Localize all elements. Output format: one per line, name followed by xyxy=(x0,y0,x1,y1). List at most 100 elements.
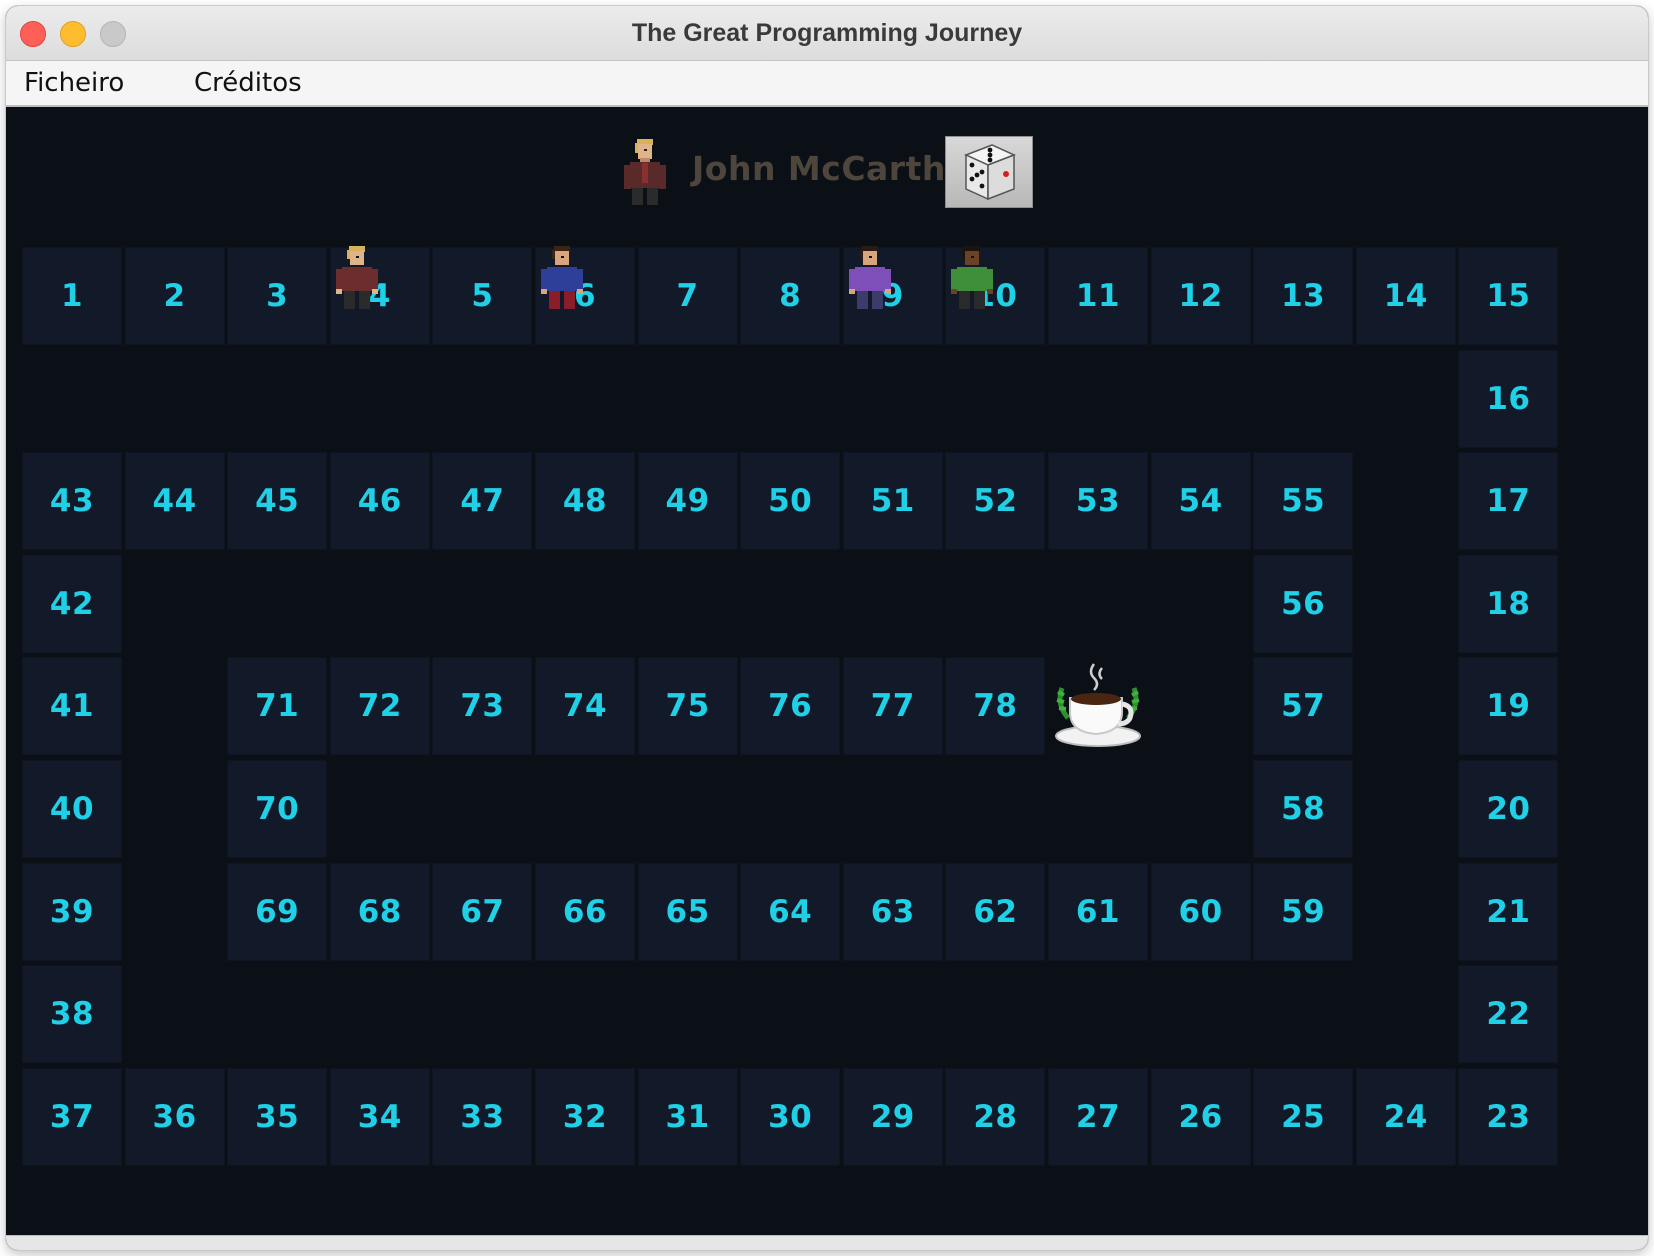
board-square-55: 55 xyxy=(1253,452,1354,551)
square-number: 8 xyxy=(779,278,802,314)
square-number: 65 xyxy=(665,893,710,930)
board-square-44: 44 xyxy=(124,452,225,551)
board-square-53: 53 xyxy=(1048,452,1148,551)
board-square-23: 23 xyxy=(1458,1067,1559,1166)
player-token-blue xyxy=(537,245,589,309)
board-square-77: 77 xyxy=(842,657,943,756)
board-square-78: 78 xyxy=(945,657,1046,756)
board-square-22: 22 xyxy=(1458,965,1559,1064)
board-square-52: 52 xyxy=(945,452,1046,551)
square-number: 13 xyxy=(1281,278,1326,314)
square-number: 57 xyxy=(1281,688,1326,725)
menu-credits[interactable]: Créditos xyxy=(194,61,302,105)
board-square-47: 47 xyxy=(432,452,533,551)
board-square-19: 19 xyxy=(1458,657,1559,756)
square-number: 51 xyxy=(870,483,915,520)
square-number: 62 xyxy=(973,893,1018,930)
board-square-33: 33 xyxy=(432,1067,533,1166)
menu-bar: Ficheiro Créditos xyxy=(6,61,1648,107)
board-square-28: 28 xyxy=(945,1067,1046,1166)
board-square-20: 20 xyxy=(1458,760,1559,858)
square-number: 19 xyxy=(1486,688,1531,725)
roll-dice-button[interactable] xyxy=(945,136,1033,208)
player-token-blond xyxy=(332,245,384,309)
square-number: 35 xyxy=(255,1098,300,1135)
board-square-25: 25 xyxy=(1253,1067,1354,1166)
board-square-54: 54 xyxy=(1150,452,1251,551)
square-number: 23 xyxy=(1486,1098,1531,1135)
square-number: 68 xyxy=(357,893,402,930)
board-square-68: 68 xyxy=(329,862,430,961)
square-number: 46 xyxy=(357,483,402,520)
square-number: 42 xyxy=(49,585,95,622)
square-number: 40 xyxy=(49,791,95,827)
square-number: 64 xyxy=(768,893,813,930)
square-number: 41 xyxy=(49,688,95,725)
square-number: 1 xyxy=(60,278,84,314)
square-number: 58 xyxy=(1281,791,1326,827)
board-square-63: 63 xyxy=(842,862,943,961)
board-square-67: 67 xyxy=(432,862,533,961)
board-square-74: 74 xyxy=(535,657,635,756)
player-token-purple xyxy=(845,245,897,309)
board-square-3: 3 xyxy=(227,247,328,345)
square-number: 20 xyxy=(1486,791,1531,827)
square-number: 31 xyxy=(665,1098,710,1135)
current-player-name: John McCarthy xyxy=(692,149,968,188)
board-square-64: 64 xyxy=(740,862,841,961)
board-square-65: 65 xyxy=(637,862,738,961)
board-square-76: 76 xyxy=(740,657,841,756)
board-square-70: 70 xyxy=(227,760,328,858)
square-number: 67 xyxy=(460,893,505,930)
square-number: 15 xyxy=(1486,278,1531,314)
board-square-14: 14 xyxy=(1355,247,1456,345)
square-number: 28 xyxy=(973,1098,1018,1135)
square-number: 36 xyxy=(152,1098,197,1135)
square-number: 22 xyxy=(1486,996,1531,1033)
board-square-60: 60 xyxy=(1150,862,1251,961)
board-square-45: 45 xyxy=(227,452,328,551)
square-number: 52 xyxy=(973,483,1018,520)
board-square-21: 21 xyxy=(1458,862,1559,961)
square-number: 61 xyxy=(1075,893,1121,930)
board-square-27: 27 xyxy=(1048,1067,1148,1166)
board-square-38: 38 xyxy=(22,965,122,1064)
square-number: 76 xyxy=(768,688,813,725)
square-number: 33 xyxy=(460,1098,505,1135)
square-number: 39 xyxy=(49,893,95,930)
current-player-avatar xyxy=(620,137,672,205)
game-board-area: John McCarthy 1 2 3 4 5 6 7 8 9 10 11 12… xyxy=(6,107,1648,1236)
java-coffee-cup-icon xyxy=(1048,657,1148,755)
board-square-58: 58 xyxy=(1253,760,1354,858)
board-square-43: 43 xyxy=(22,452,122,551)
square-number: 71 xyxy=(255,688,300,725)
board-square-61: 61 xyxy=(1048,862,1148,961)
board-square-13: 13 xyxy=(1253,247,1354,345)
square-number: 30 xyxy=(768,1098,813,1135)
board-square-62: 62 xyxy=(945,862,1046,961)
square-number: 27 xyxy=(1075,1098,1121,1135)
square-number: 55 xyxy=(1281,483,1326,520)
square-number: 12 xyxy=(1178,278,1223,314)
square-number: 66 xyxy=(562,893,608,930)
square-number: 54 xyxy=(1178,483,1223,520)
square-number: 3 xyxy=(266,278,289,314)
square-number: 49 xyxy=(665,483,710,520)
board-square-18: 18 xyxy=(1458,554,1559,653)
board-square-36: 36 xyxy=(124,1067,225,1166)
square-number: 78 xyxy=(973,688,1018,725)
board-square-24: 24 xyxy=(1355,1067,1456,1166)
board-square-42: 42 xyxy=(22,554,122,653)
board-square-51: 51 xyxy=(842,452,943,551)
board-square-17: 17 xyxy=(1458,452,1559,551)
board-square-7: 7 xyxy=(637,247,738,345)
board-square-37: 37 xyxy=(22,1067,122,1166)
menu-file[interactable]: Ficheiro xyxy=(24,61,124,105)
square-number: 2 xyxy=(163,278,186,314)
board-square-32: 32 xyxy=(535,1067,635,1166)
square-number: 44 xyxy=(152,483,197,520)
square-number: 50 xyxy=(768,483,813,520)
board-square-30: 30 xyxy=(740,1067,841,1166)
square-number: 75 xyxy=(665,688,710,725)
square-number: 70 xyxy=(255,791,300,827)
